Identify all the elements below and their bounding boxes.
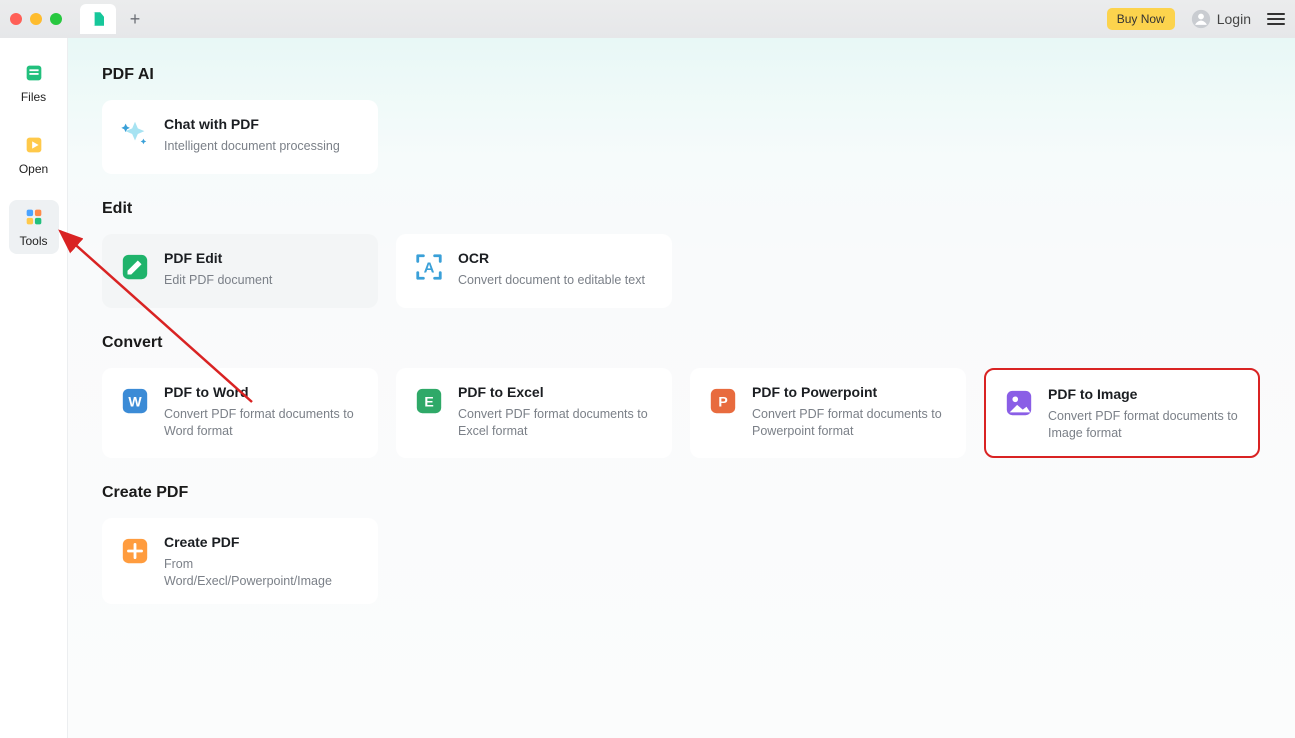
nav-files[interactable]: Files <box>9 56 59 110</box>
svg-text:E: E <box>424 394 433 410</box>
left-nav: Files Open Tools <box>0 38 68 738</box>
card-ocr[interactable]: A OCR Convert document to editable text <box>396 234 672 308</box>
section-title-pdf-ai: PDF AI <box>102 66 1295 84</box>
card-desc: From Word/Execl/Powerpoint/Image <box>164 556 360 590</box>
svg-text:P: P <box>718 394 727 410</box>
card-pdf-edit[interactable]: PDF Edit Edit PDF document <box>102 234 378 308</box>
card-title: PDF Edit <box>164 250 272 266</box>
main-content: PDF AI Chat with PDF Intelligent documen… <box>68 38 1295 738</box>
login-label: Login <box>1217 11 1251 27</box>
card-title: PDF to Powerpoint <box>752 384 948 400</box>
card-pdf-to-powerpoint[interactable]: P PDF to Powerpoint Convert PDF format d… <box>690 368 966 458</box>
section-title-convert: Convert <box>102 334 1295 352</box>
window-controls <box>10 13 62 25</box>
card-title: PDF to Excel <box>458 384 654 400</box>
svg-text:W: W <box>128 394 142 410</box>
card-desc: Edit PDF document <box>164 272 272 289</box>
open-icon <box>23 134 45 156</box>
ai-sparkle-icon <box>120 118 150 148</box>
card-desc: Convert PDF format documents to Powerpoi… <box>752 406 948 440</box>
pdf-edit-icon <box>120 252 150 282</box>
menu-button[interactable] <box>1267 13 1285 25</box>
nav-open-label: Open <box>19 162 48 176</box>
card-desc: Intelligent document processing <box>164 138 340 155</box>
close-window-button[interactable] <box>10 13 22 25</box>
nav-files-label: Files <box>21 90 46 104</box>
card-create-pdf[interactable]: Create PDF From Word/Execl/Powerpoint/Im… <box>102 518 378 604</box>
new-tab-button[interactable]: + <box>120 4 150 34</box>
nav-tools-label: Tools <box>19 234 47 248</box>
card-title: PDF to Word <box>164 384 360 400</box>
card-desc: Convert PDF format documents to Image fo… <box>1048 408 1240 442</box>
card-title: Create PDF <box>164 534 360 550</box>
ocr-icon: A <box>414 252 444 282</box>
card-chat-with-pdf[interactable]: Chat with PDF Intelligent document proce… <box>102 100 378 174</box>
card-title: Chat with PDF <box>164 116 340 132</box>
card-desc: Convert document to editable text <box>458 272 645 289</box>
card-pdf-to-image[interactable]: PDF to Image Convert PDF format document… <box>984 368 1260 458</box>
card-desc: Convert PDF format documents to Word for… <box>164 406 360 440</box>
minimize-window-button[interactable] <box>30 13 42 25</box>
card-pdf-to-word[interactable]: W PDF to Word Convert PDF format documen… <box>102 368 378 458</box>
app-logo-icon <box>89 10 107 28</box>
create-pdf-icon <box>120 536 150 566</box>
section-title-edit: Edit <box>102 200 1295 218</box>
powerpoint-icon: P <box>708 386 738 416</box>
section-title-create: Create PDF <box>102 484 1295 502</box>
excel-icon: E <box>414 386 444 416</box>
card-title: OCR <box>458 250 645 266</box>
card-pdf-to-excel[interactable]: E PDF to Excel Convert PDF format docume… <box>396 368 672 458</box>
svg-text:A: A <box>424 260 435 277</box>
nav-open[interactable]: Open <box>9 128 59 182</box>
nav-tools[interactable]: Tools <box>9 200 59 254</box>
user-icon <box>1191 9 1211 29</box>
card-title: PDF to Image <box>1048 386 1240 402</box>
tools-icon <box>23 206 45 228</box>
app-tab-home[interactable] <box>80 4 116 34</box>
files-icon <box>23 62 45 84</box>
word-icon: W <box>120 386 150 416</box>
image-icon <box>1004 388 1034 418</box>
titlebar: + Buy Now Login <box>0 0 1295 38</box>
maximize-window-button[interactable] <box>50 13 62 25</box>
login-button[interactable]: Login <box>1191 9 1251 29</box>
buy-now-button[interactable]: Buy Now <box>1107 8 1175 30</box>
card-desc: Convert PDF format documents to Excel fo… <box>458 406 654 440</box>
